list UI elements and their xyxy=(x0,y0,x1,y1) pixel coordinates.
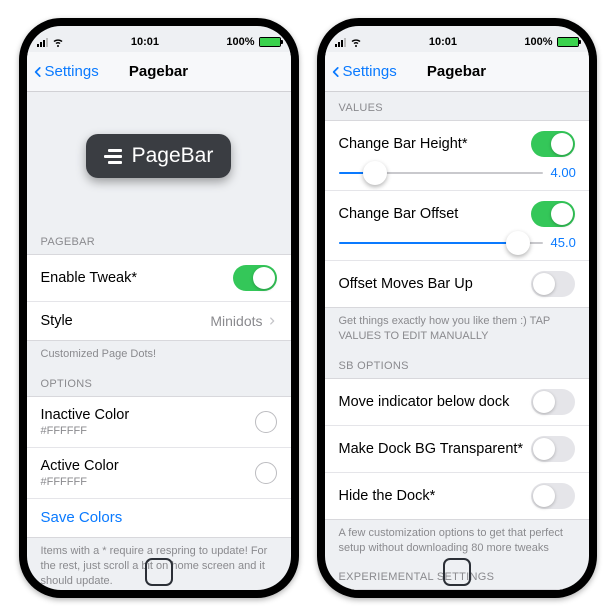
below-dock-label: Move indicator below dock xyxy=(339,394,531,410)
inactive-color-swatch[interactable] xyxy=(255,411,277,433)
bar-height-slider[interactable]: 4.00 xyxy=(339,165,575,180)
battery-icon xyxy=(259,37,281,47)
inactive-color-row[interactable]: Inactive Color #FFFFFF xyxy=(27,396,291,448)
navigation-bar: Settings Pagebar xyxy=(325,52,589,92)
save-colors-link[interactable]: Save Colors xyxy=(41,509,123,526)
hero-banner: PageBar xyxy=(27,92,291,220)
hero-text: PageBar xyxy=(132,144,214,168)
back-button[interactable]: Settings xyxy=(325,63,397,80)
back-button[interactable]: Settings xyxy=(27,63,99,80)
section-footer-pagebar: Customized Page Dots! xyxy=(27,340,291,372)
status-battery-pct: 100% xyxy=(226,36,254,48)
offset-moves-up-row[interactable]: Offset Moves Bar Up xyxy=(325,260,589,308)
phone-frame-left: 10:01 100% Settings Pagebar PageBar PAGE… xyxy=(19,18,299,598)
chevron-right-icon xyxy=(267,316,277,326)
content: VALUES Change Bar Height* 4.00 Change Ba… xyxy=(325,92,589,590)
signal-icon xyxy=(37,38,48,47)
home-button[interactable] xyxy=(443,558,471,586)
status-bar: 10:01 100% xyxy=(325,32,589,52)
hide-dock-row[interactable]: Hide the Dock* xyxy=(325,472,589,520)
bar-offset-row: Change Bar Offset 45.0 xyxy=(325,190,589,261)
active-color-row[interactable]: Active Color #FFFFFF xyxy=(27,447,291,499)
below-dock-row[interactable]: Move indicator below dock xyxy=(325,378,589,426)
dock-bg-row[interactable]: Make Dock BG Transparent* xyxy=(325,425,589,473)
chevron-left-icon xyxy=(329,65,343,79)
bar-offset-slider[interactable]: 45.0 xyxy=(339,235,575,250)
enable-tweak-toggle[interactable] xyxy=(233,265,277,291)
signal-icon xyxy=(335,38,346,47)
hide-dock-label: Hide the Dock* xyxy=(339,488,531,504)
inactive-color-hex: #FFFFFF xyxy=(41,425,130,437)
bar-offset-label: Change Bar Offset xyxy=(339,206,531,222)
enable-tweak-label: Enable Tweak* xyxy=(41,270,233,286)
bar-height-value[interactable]: 4.00 xyxy=(551,165,575,180)
active-color-label: Active Color xyxy=(41,458,119,474)
pagebar-logo: PageBar xyxy=(86,134,232,178)
inactive-color-label: Inactive Color xyxy=(41,407,130,423)
dock-bg-label: Make Dock BG Transparent* xyxy=(339,441,531,457)
style-label: Style xyxy=(41,313,211,329)
bar-height-toggle[interactable] xyxy=(531,131,575,157)
bar-offset-value[interactable]: 45.0 xyxy=(551,235,575,250)
status-bar: 10:01 100% xyxy=(27,32,291,52)
screen: 10:01 100% Settings Pagebar PageBar PAGE… xyxy=(27,26,291,590)
back-label: Settings xyxy=(45,63,99,80)
style-row[interactable]: Style Minidots xyxy=(27,301,291,341)
bar-height-label: Change Bar Height* xyxy=(339,136,531,152)
wifi-icon xyxy=(350,36,362,48)
wifi-icon xyxy=(52,36,64,48)
chevron-left-icon xyxy=(31,65,45,79)
back-label: Settings xyxy=(343,63,397,80)
expand-icon-view-row[interactable]: Expand Icon View* xyxy=(325,589,589,590)
section-header-sb: SB OPTIONS xyxy=(325,354,589,378)
battery-icon xyxy=(557,37,579,47)
active-color-swatch[interactable] xyxy=(255,462,277,484)
status-battery-pct: 100% xyxy=(524,36,552,48)
section-header-options: OPTIONS xyxy=(27,372,291,396)
below-dock-toggle[interactable] xyxy=(531,389,575,415)
save-colors-row[interactable]: Save Colors xyxy=(27,498,291,538)
style-value: Minidots xyxy=(210,313,262,329)
navigation-bar: Settings Pagebar xyxy=(27,52,291,92)
bar-offset-toggle[interactable] xyxy=(531,201,575,227)
offset-moves-up-toggle[interactable] xyxy=(531,271,575,297)
bar-height-row: Change Bar Height* 4.00 xyxy=(325,120,589,191)
section-footer-values: Get things exactly how you like them :) … xyxy=(325,307,589,354)
content: PageBar PAGEBAR Enable Tweak* Style Mini… xyxy=(27,92,291,590)
status-time: 10:01 xyxy=(429,36,457,48)
enable-tweak-row[interactable]: Enable Tweak* xyxy=(27,254,291,302)
active-color-hex: #FFFFFF xyxy=(41,476,119,488)
hide-dock-toggle[interactable] xyxy=(531,483,575,509)
home-button[interactable] xyxy=(145,558,173,586)
dock-bg-toggle[interactable] xyxy=(531,436,575,462)
offset-moves-up-label: Offset Moves Bar Up xyxy=(339,276,531,292)
section-header-values: VALUES xyxy=(325,92,589,120)
screen: 10:01 100% Settings Pagebar VALUES Chang… xyxy=(325,26,589,590)
phone-frame-right: 10:01 100% Settings Pagebar VALUES Chang… xyxy=(317,18,597,598)
status-time: 10:01 xyxy=(131,36,159,48)
section-header-pagebar: PAGEBAR xyxy=(27,220,291,254)
menu-lines-icon xyxy=(104,149,122,164)
